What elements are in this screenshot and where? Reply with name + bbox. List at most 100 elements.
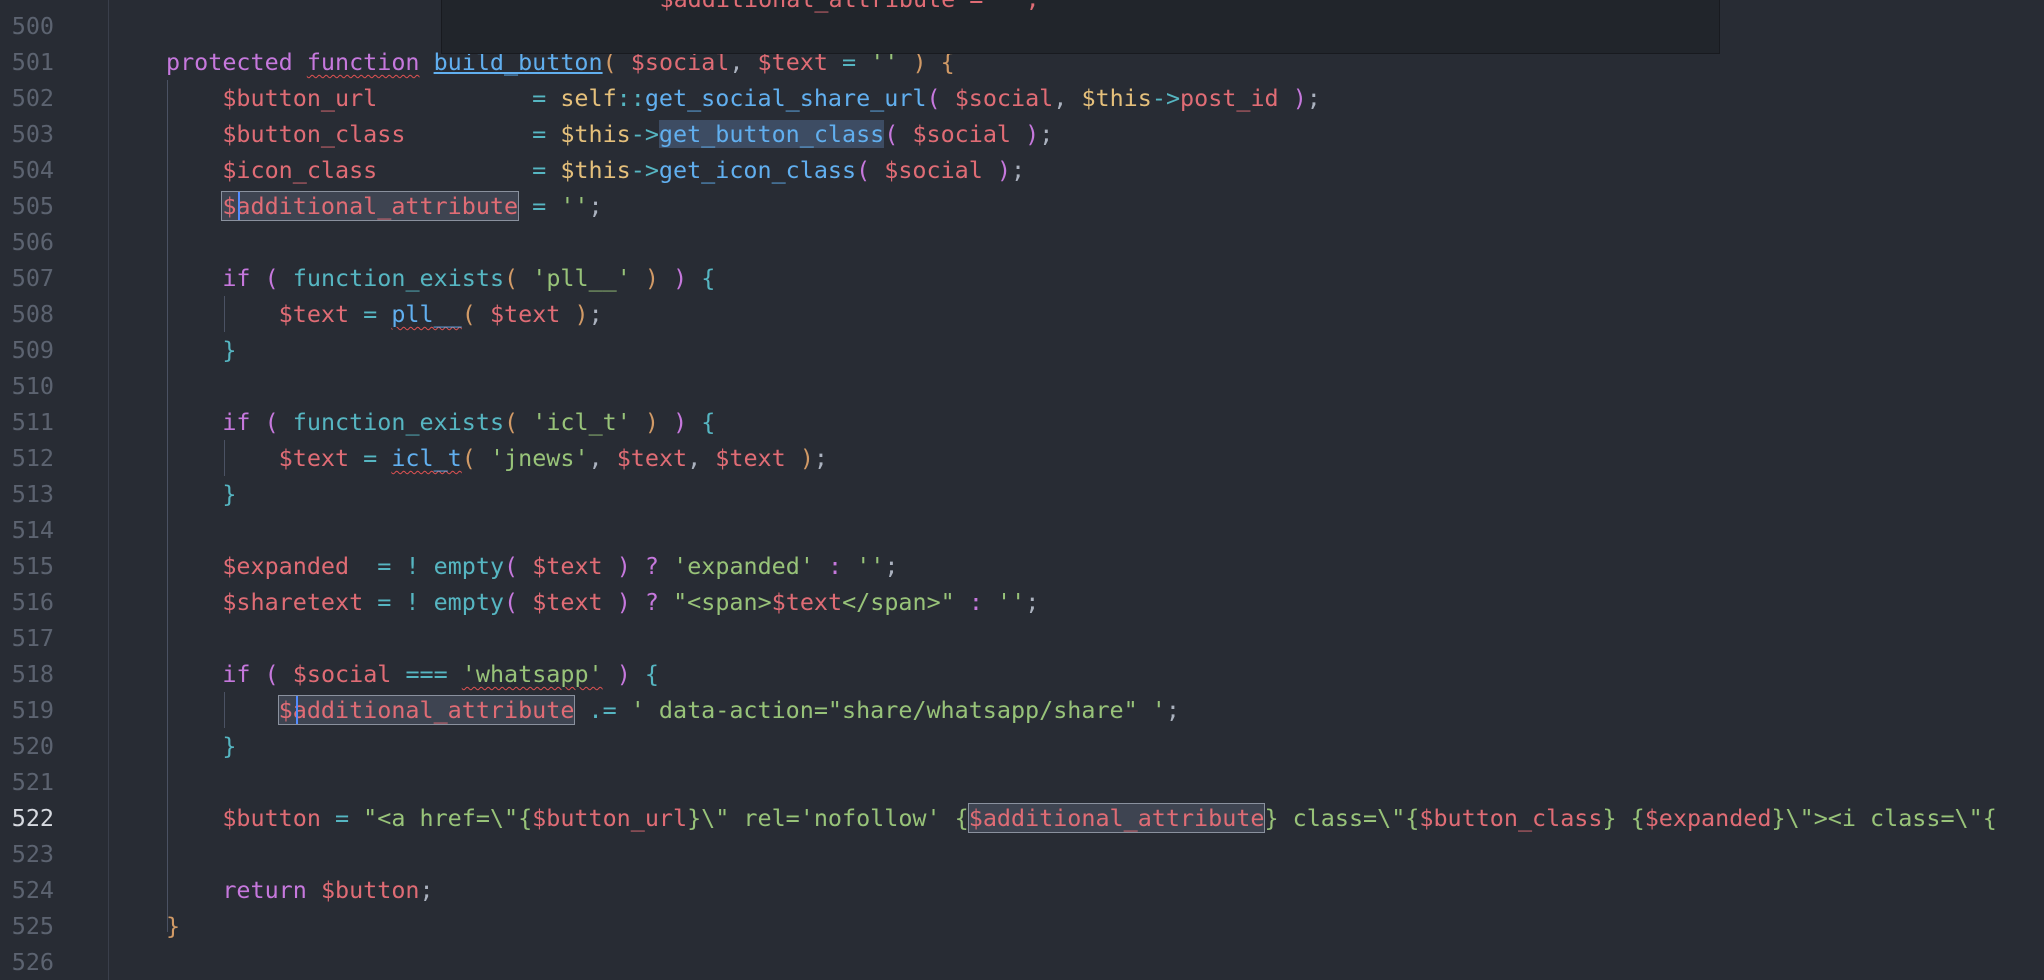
code-text[interactable]: } [166, 728, 236, 764]
code-token: : [828, 552, 843, 580]
code-text[interactable]: } [166, 908, 180, 944]
code-token: $text [715, 444, 786, 472]
line-number: 523 [11, 840, 54, 868]
code-token: $button [320, 876, 420, 904]
code-line[interactable]: 517 [0, 620, 2044, 656]
code-token: ( [461, 444, 476, 472]
code-line[interactable]: 523 [0, 836, 2044, 872]
code-token: ; [884, 552, 899, 580]
code-token: '' [560, 192, 589, 220]
code-line[interactable]: 503 $button_class = $this->get_button_cl… [0, 116, 2044, 152]
code-text[interactable]: $additional_attribute = ''; [166, 188, 603, 224]
code-line[interactable]: 502 $button_url = self::get_social_share… [0, 80, 2044, 116]
code-line[interactable]: 504 $icon_class = $this->get_icon_class(… [0, 152, 2044, 188]
code-text[interactable]: } [166, 476, 236, 512]
code-token: $button_url [532, 804, 688, 832]
code-token: ) [644, 264, 659, 292]
code-token: ; [1025, 588, 1040, 616]
code-token: function_exists [292, 408, 505, 436]
line-number: 500 [11, 12, 54, 40]
line-number: 517 [11, 624, 54, 652]
code-token: ( [504, 552, 519, 580]
code-line[interactable]: 515 $expanded = ! empty( $text ) ? 'expa… [0, 548, 2044, 584]
line-number: 510 [11, 372, 54, 400]
code-text[interactable]: $text = icl_t( 'jnews', $text, $text ); [166, 440, 828, 476]
code-text[interactable]: $icon_class = $this->get_icon_class( $so… [166, 152, 1025, 188]
code-text[interactable]: if ( $social === 'whatsapp' ) { [166, 656, 659, 692]
code-text[interactable]: if ( function_exists( 'icl_t' ) ) { [166, 404, 715, 440]
indent-guide [224, 440, 225, 476]
code-text[interactable]: $button = "<a href=\"{$button_url}\" rel… [166, 800, 1997, 836]
code-line[interactable]: 521 [0, 764, 2044, 800]
code-line[interactable]: 508 $text = pll__( $text ); [0, 296, 2044, 332]
code-line[interactable]: 507 if ( function_exists( 'pll__' ) ) { [0, 260, 2044, 296]
code-line[interactable]: 516 $sharetext = ! empty( $text ) ? "<sp… [0, 584, 2044, 620]
code-token: = [518, 192, 561, 220]
code-line[interactable]: 512 $text = icl_t( 'jnews', $text, $text… [0, 440, 2044, 476]
code-token: ; [1165, 696, 1180, 724]
code-token: -> [630, 120, 659, 148]
code-token: $additional_attribute [277, 695, 576, 725]
code-editor[interactable]: 500 501 protected function build_button( $… [0, 0, 2044, 980]
code-text[interactable]: } [166, 332, 236, 368]
code-line[interactable]: 519 $additional_attribute .= ' data-acti… [0, 692, 2044, 728]
code-token: } [222, 480, 237, 508]
line-number: 505 [11, 192, 54, 220]
code-token: </span>" [842, 588, 955, 616]
code-token: } class=\"{ [1264, 804, 1420, 832]
code-text[interactable]: $text = pll__( $text ); [166, 296, 603, 332]
code-token: ( [264, 660, 279, 688]
line-number: 522 [11, 804, 54, 832]
code-line[interactable]: 524 return $button; [0, 872, 2044, 908]
code-line[interactable]: 511 if ( function_exists( 'icl_t' ) ) { [0, 404, 2044, 440]
code-line[interactable]: 520 } [0, 728, 2044, 764]
code-token: post_id [1180, 84, 1279, 112]
code-text[interactable]: if ( function_exists( 'pll__' ) ) { [166, 260, 715, 296]
code-line[interactable]: 506 [0, 224, 2044, 260]
code-text[interactable]: $sharetext = ! empty( $text ) ? "<span>$… [166, 584, 1039, 620]
code-line[interactable]: 509 } [0, 332, 2044, 368]
code-token: '' [997, 588, 1026, 616]
code-text[interactable]: $button_class = $this->get_button_class(… [166, 116, 1053, 152]
code-line[interactable]: 505 $additional_attribute = ''; [0, 188, 2044, 224]
code-line[interactable]: 525} [0, 908, 2044, 944]
code-text[interactable]: $additional_attribute .= ' data-action="… [166, 692, 1180, 728]
code-token: }\" rel='nofollow' { [687, 804, 969, 832]
code-line[interactable]: 526 [0, 944, 2044, 980]
code-token: $text [532, 552, 603, 580]
code-line[interactable]: 518 if ( $social === 'whatsapp' ) { [0, 656, 2044, 692]
code-text[interactable]: $expanded = ! empty( $text ) ? 'expanded… [166, 548, 898, 584]
code-token: $text [278, 444, 350, 472]
code-token: ! [405, 588, 434, 616]
code-line[interactable]: 514 [0, 512, 2044, 548]
code-token: ( [926, 84, 941, 112]
code-token: get_button_class [658, 120, 885, 148]
line-number: 503 [11, 120, 54, 148]
code-text[interactable]: $button_url = self::get_social_share_url… [166, 80, 1321, 116]
code-token: -> [630, 156, 659, 184]
line-number: 513 [11, 480, 54, 508]
code-line[interactable]: 513 } [0, 476, 2044, 512]
code-token: $text [771, 588, 843, 616]
code-text[interactable]: return $button; [166, 872, 433, 908]
code-line[interactable]: 522 $button = "<a href=\"{$button_url}\"… [0, 800, 2044, 836]
code-line[interactable]: 510 [0, 368, 2044, 404]
